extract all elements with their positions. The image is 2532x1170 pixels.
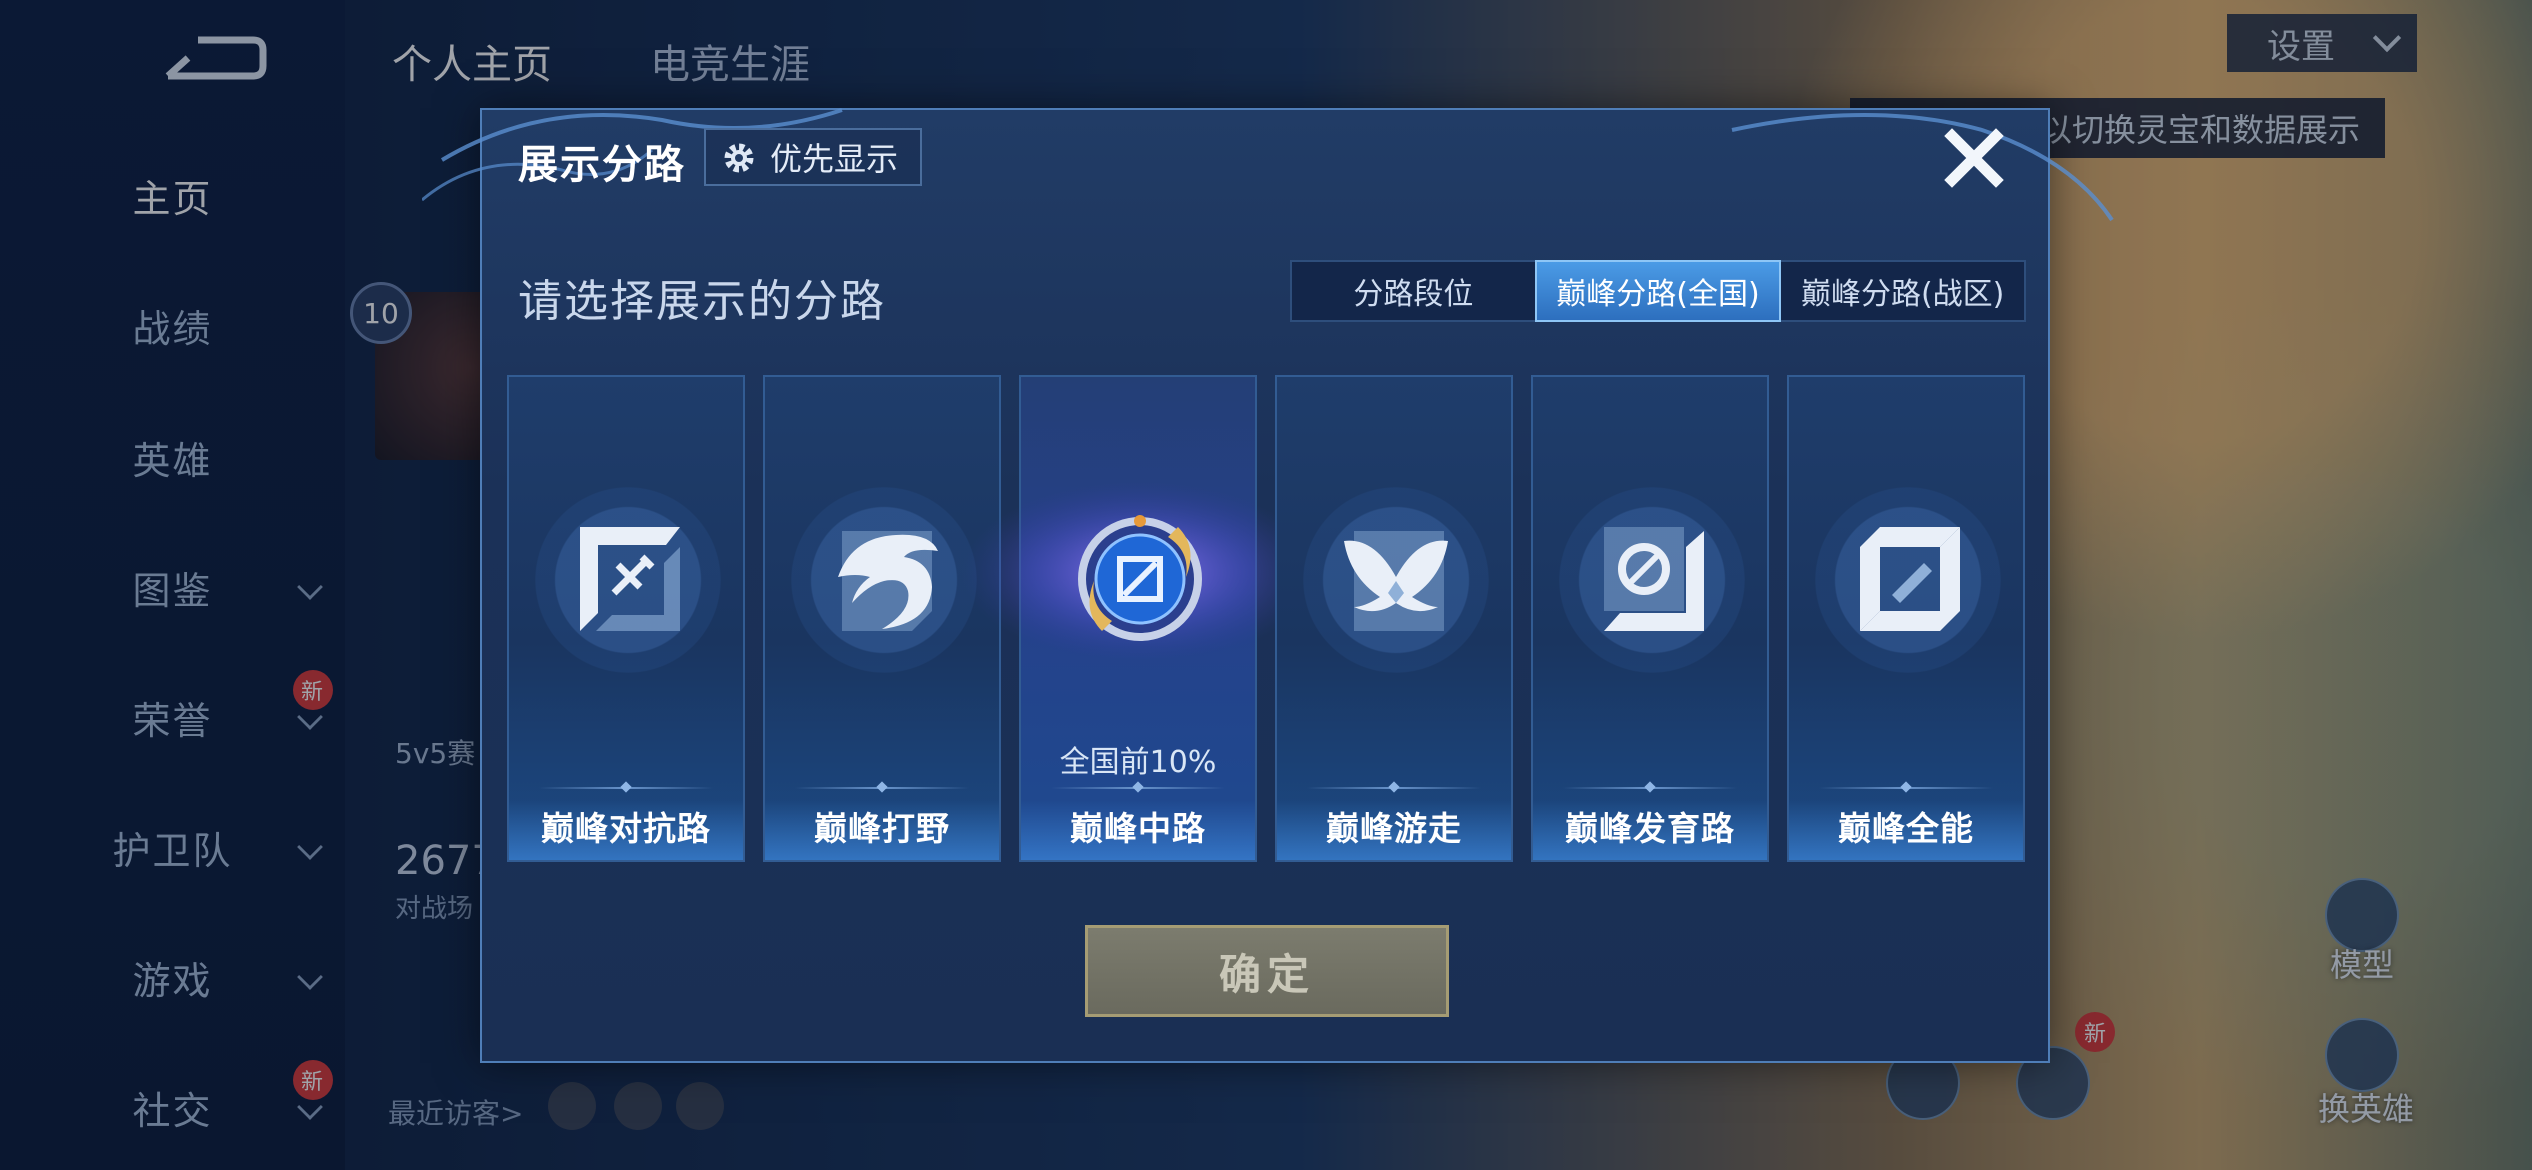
card-divider [539, 787, 713, 789]
lane-card-mid[interactable]: 全国前10% 巅峰中路 [962, 375, 1318, 862]
tab-peak-lane-national[interactable]: 巅峰分路(全国) [1534, 260, 1782, 322]
mid-lane-emblem-icon [1078, 515, 1202, 641]
lane-card-all-round[interactable]: 巅峰全能 [1787, 375, 2025, 862]
lane-name: 巅峰全能 [1838, 809, 1974, 848]
card-divider [795, 787, 969, 789]
lane-card-marksman[interactable]: 巅峰发育路 [1531, 375, 1769, 862]
lane-name: 巅峰中路 [1070, 809, 1206, 848]
card-divider [1051, 787, 1225, 789]
sword-lane-icon [580, 527, 680, 631]
tab-peak-lane-region[interactable]: 巅峰分路(战区) [1781, 262, 2024, 320]
gear-icon [724, 143, 754, 173]
tab-lane-rank[interactable]: 分路段位 [1292, 262, 1535, 320]
close-icon[interactable] [1938, 122, 2010, 194]
priority-label: 优先显示 [770, 140, 899, 178]
lane-name: 巅峰发育路 [1565, 809, 1735, 848]
all-round-icon [1860, 527, 1960, 631]
lane-name: 巅峰游走 [1326, 809, 1462, 848]
select-prompt: 请选择展示的分路 [518, 276, 886, 327]
priority-display-button[interactable]: 优先显示 [704, 128, 922, 186]
lane-card-roam[interactable]: 巅峰游走 [1275, 375, 1513, 862]
lane-display-modal: 展示分路 优先显示 请选择展示的分路 分路段位 巅峰分路(全国) 巅峰分路(战区… [422, 108, 2114, 1063]
wings-roam-icon [1344, 531, 1448, 631]
dragon-jungle-icon [838, 531, 938, 631]
lane-card-list: 巅峰对抗路 巅峰打野 全国前10% 巅峰中路 巅峰游走 巅峰发育路 巅峰全能 [507, 375, 2027, 862]
lane-card-top[interactable]: 巅峰对抗路 [507, 375, 745, 862]
confirm-button[interactable]: 确定 [1085, 925, 1449, 1017]
card-divider [1563, 787, 1737, 789]
card-divider [1819, 787, 1993, 789]
modal-title: 展示分路 [518, 142, 686, 188]
lane-mode-tabs: 分路段位 巅峰分路(全国) 巅峰分路(战区) [1290, 260, 2026, 322]
card-divider [1307, 787, 1481, 789]
lane-name: 巅峰对抗路 [541, 809, 711, 848]
lane-name: 巅峰打野 [814, 809, 950, 848]
marksman-lane-icon [1604, 527, 1704, 631]
lane-rank: 全国前10% [1059, 745, 1217, 780]
